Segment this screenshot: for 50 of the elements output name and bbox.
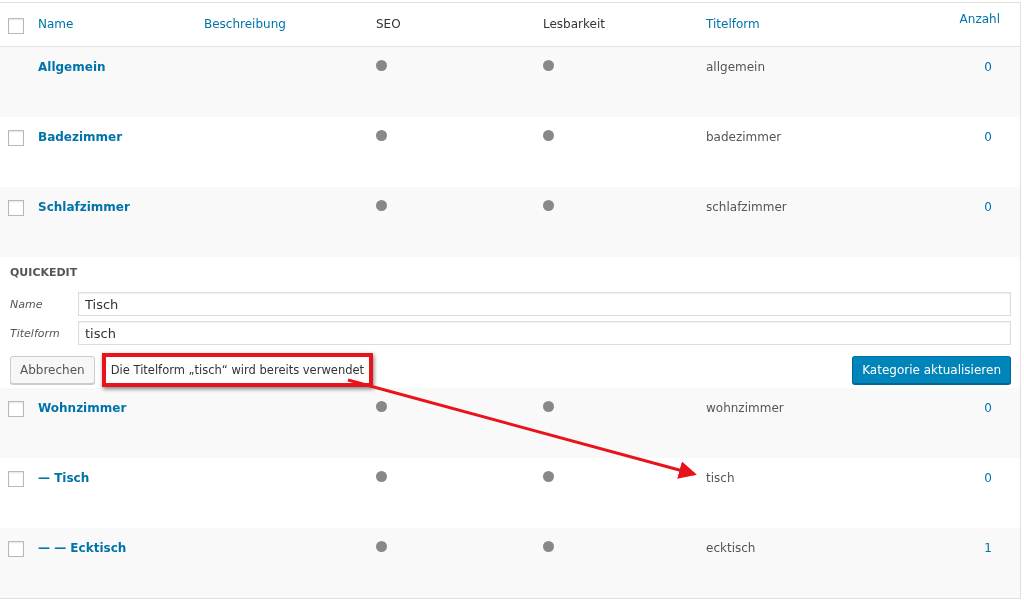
count-link[interactable]: 0 [984,471,992,485]
column-header: Lesbarkeit [543,17,605,31]
quickedit-title: QUICKEDIT [10,266,79,279]
category-name-link[interactable]: — Tisch [38,471,90,485]
seo-status-icon [376,130,387,141]
row-checkbox[interactable] [8,130,24,146]
readability-status-icon [543,471,554,482]
count-link[interactable]: 0 [984,401,992,415]
count-link[interactable]: 0 [984,60,992,74]
select-all-checkbox[interactable] [8,18,24,34]
seo-status-icon [376,200,387,211]
row-checkbox[interactable] [8,471,24,487]
input-field[interactable]: tisch [78,321,1011,345]
slug-text: tisch [706,471,735,485]
column-sort-link[interactable]: Beschreibung [204,17,286,31]
slug-text: schlafzimmer [706,200,787,214]
count-link[interactable]: 0 [984,130,992,144]
readability-status-icon [543,401,554,412]
category-name-link[interactable]: Schlafzimmer [38,200,130,214]
cancel-button[interactable]: Abbrechen [10,356,95,384]
readability-status-icon [543,60,554,71]
readability-status-icon [543,541,554,552]
seo-status-icon [376,401,387,412]
category-name-link[interactable]: Badezimmer [38,130,123,144]
column-sort-link[interactable]: Anzahl [959,12,1000,26]
field-label: Name [10,297,44,311]
category-name-link[interactable]: — — Ecktisch [38,541,127,555]
row-checkbox[interactable] [8,541,24,557]
slug-text: badezimmer [706,130,782,144]
seo-status-icon [376,471,387,482]
column-sort-link[interactable]: Name [38,17,74,31]
row-checkbox[interactable] [8,200,24,216]
count-link[interactable]: 0 [984,200,992,214]
column-sort-link[interactable]: Titelform [706,17,760,31]
category-name-link[interactable]: Allgemein [38,60,106,74]
field-label: Titelform [10,326,61,340]
update-button[interactable]: Kategorie aktualisieren [852,356,1011,384]
input-field[interactable]: Tisch [78,292,1011,316]
slug-text: ecktisch [706,541,756,555]
column-header: SEO [376,17,401,31]
count-link[interactable]: 1 [984,541,992,555]
slug-text: wohnzimmer [706,401,784,415]
category-name-link[interactable]: Wohnzimmer [38,401,127,415]
row-checkbox[interactable] [8,401,24,417]
readability-status-icon [543,200,554,211]
error-message: Die Titelform „tisch“ wird bereits verwendet [101,353,374,387]
seo-status-icon [376,60,387,71]
seo-status-icon [376,541,387,552]
readability-status-icon [543,130,554,141]
slug-text: allgemein [706,60,766,74]
